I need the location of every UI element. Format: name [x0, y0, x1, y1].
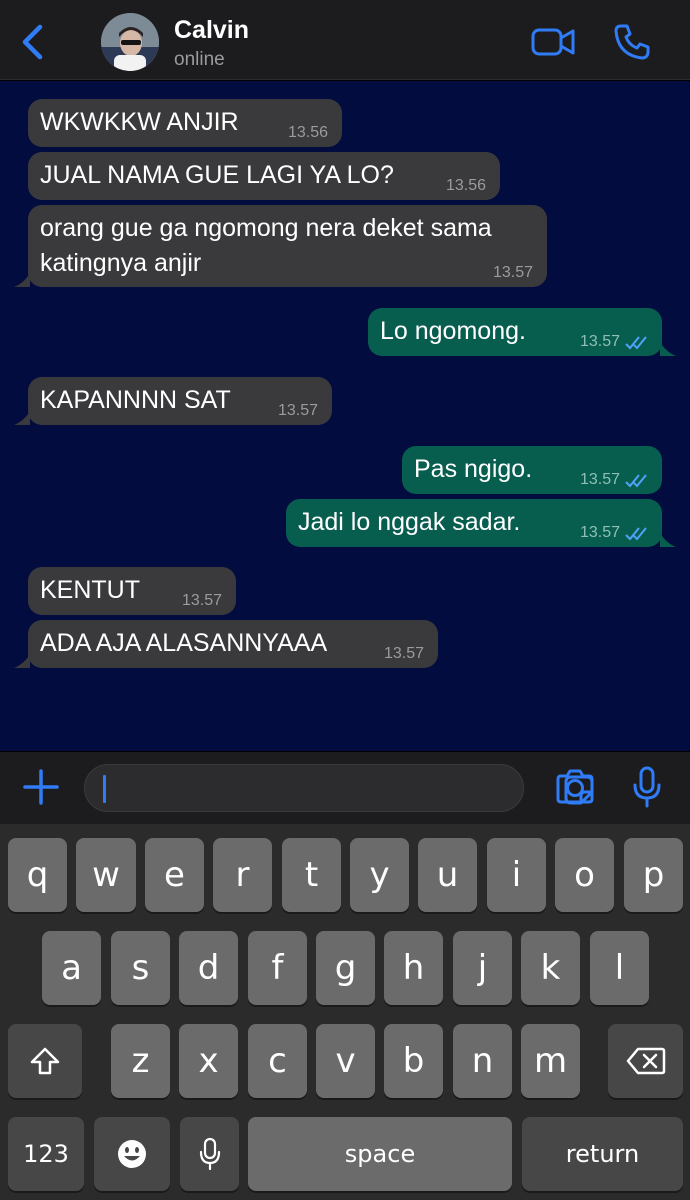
- message-text: WKWKKW ANJIR: [40, 108, 239, 136]
- key-b[interactable]: b: [384, 1024, 443, 1098]
- bubble-tail: [660, 533, 676, 547]
- key-x[interactable]: x: [179, 1024, 238, 1098]
- message-bubble-outgoing[interactable]: Jadi lo nggak sadar. 13.57: [286, 499, 662, 547]
- chat-header: Calvin online: [0, 0, 690, 80]
- key-p[interactable]: p: [624, 838, 683, 912]
- space-key[interactable]: space: [248, 1117, 512, 1191]
- key-f[interactable]: f: [248, 931, 307, 1005]
- bubble-tail: [660, 342, 676, 356]
- key-o[interactable]: o: [555, 838, 614, 912]
- text-cursor: [103, 775, 106, 803]
- delete-key[interactable]: [608, 1024, 683, 1098]
- return-key[interactable]: return: [522, 1117, 683, 1191]
- phone-icon: [614, 24, 650, 60]
- read-receipt-icon: [625, 336, 647, 350]
- key-l[interactable]: l: [590, 931, 649, 1005]
- message-bubble-outgoing[interactable]: Pas ngigo. 13.57: [402, 446, 662, 494]
- dictation-key[interactable]: [180, 1117, 239, 1191]
- key-z[interactable]: z: [111, 1024, 170, 1098]
- shift-key[interactable]: [8, 1024, 82, 1098]
- message-time: 13.56: [445, 177, 486, 194]
- video-call-icon: [531, 28, 575, 56]
- message-bubble-incoming[interactable]: KAPANNNN SAT 13.57: [28, 377, 332, 425]
- message-time: 13.57: [383, 645, 424, 662]
- composer-bar: [0, 752, 690, 824]
- read-receipt-icon: [625, 474, 647, 488]
- message-time: 13.57: [492, 264, 533, 281]
- key-y[interactable]: y: [350, 838, 409, 912]
- message-time: 13.57: [277, 402, 318, 419]
- avatar-image: [101, 13, 159, 71]
- keyboard: q w e r t y u i o p a s d f g h j k l z …: [0, 824, 690, 1200]
- contact-name[interactable]: Calvin: [174, 16, 249, 45]
- video-call-button[interactable]: [530, 24, 576, 60]
- message-text: JUAL NAMA GUE LAGI YA LO?: [40, 161, 394, 189]
- camera-icon: [556, 769, 594, 804]
- chevron-left-icon: [22, 24, 43, 60]
- message-time: 13.56: [287, 124, 328, 141]
- message-time: 13.57: [181, 592, 222, 609]
- key-v[interactable]: v: [316, 1024, 375, 1098]
- message-time: 13.57: [579, 333, 620, 350]
- emoji-key[interactable]: [94, 1117, 170, 1191]
- microphone-icon: [633, 766, 661, 808]
- key-a[interactable]: a: [42, 931, 101, 1005]
- voice-call-button[interactable]: [612, 22, 652, 62]
- key-n[interactable]: n: [453, 1024, 512, 1098]
- message-bubble-incoming[interactable]: KENTUT 13.57: [28, 567, 236, 615]
- key-e[interactable]: e: [145, 838, 204, 912]
- plus-icon: [23, 769, 59, 805]
- key-s[interactable]: s: [111, 931, 170, 1005]
- key-w[interactable]: w: [76, 838, 136, 912]
- chat-area[interactable]: WKWKKW ANJIR 13.56 JUAL NAMA GUE LAGI YA…: [0, 81, 690, 751]
- message-input[interactable]: [84, 764, 594, 812]
- attach-button[interactable]: [22, 768, 60, 806]
- key-c[interactable]: c: [248, 1024, 307, 1098]
- message-time: 13.57: [579, 471, 620, 488]
- key-d[interactable]: d: [179, 931, 238, 1005]
- key-h[interactable]: h: [384, 931, 443, 1005]
- contact-status: online: [174, 49, 225, 70]
- key-m[interactable]: m: [521, 1024, 580, 1098]
- read-receipt-icon: [625, 527, 647, 541]
- key-j[interactable]: j: [453, 931, 512, 1005]
- key-k[interactable]: k: [521, 931, 580, 1005]
- message-bubble-incoming[interactable]: ADA AJA ALASANNYAAA 13.57: [28, 620, 438, 668]
- message-bubble-incoming[interactable]: WKWKKW ANJIR 13.56: [28, 99, 342, 147]
- shift-icon: [30, 1047, 60, 1075]
- key-g[interactable]: g: [316, 931, 375, 1005]
- bubble-tail: [14, 654, 30, 668]
- message-text: orang gue ga ngomong nera deket sama kat…: [40, 214, 492, 277]
- numbers-key[interactable]: 123: [8, 1117, 84, 1191]
- key-r[interactable]: r: [213, 838, 272, 912]
- camera-button[interactable]: [554, 768, 596, 806]
- delete-icon: [626, 1047, 665, 1075]
- microphone-icon: [199, 1137, 220, 1171]
- message-bubble-incoming[interactable]: JUAL NAMA GUE LAGI YA LO? 13.56: [28, 152, 500, 200]
- key-u[interactable]: u: [418, 838, 477, 912]
- back-button[interactable]: [18, 22, 48, 62]
- key-i[interactable]: i: [487, 838, 546, 912]
- bubble-tail: [14, 273, 30, 287]
- key-q[interactable]: q: [8, 838, 67, 912]
- message-time: 13.57: [579, 524, 620, 541]
- bubble-tail: [14, 411, 30, 425]
- message-text: ADA AJA ALASANNYAAA: [40, 629, 328, 657]
- key-t[interactable]: t: [282, 838, 341, 912]
- voice-message-button[interactable]: [632, 766, 662, 808]
- message-bubble-outgoing[interactable]: Lo ngomong. 13.57: [368, 308, 662, 356]
- message-bubble-incoming[interactable]: orang gue ga ngomong nera deket sama kat…: [28, 205, 547, 287]
- avatar[interactable]: [101, 13, 159, 71]
- emoji-icon: [118, 1140, 146, 1168]
